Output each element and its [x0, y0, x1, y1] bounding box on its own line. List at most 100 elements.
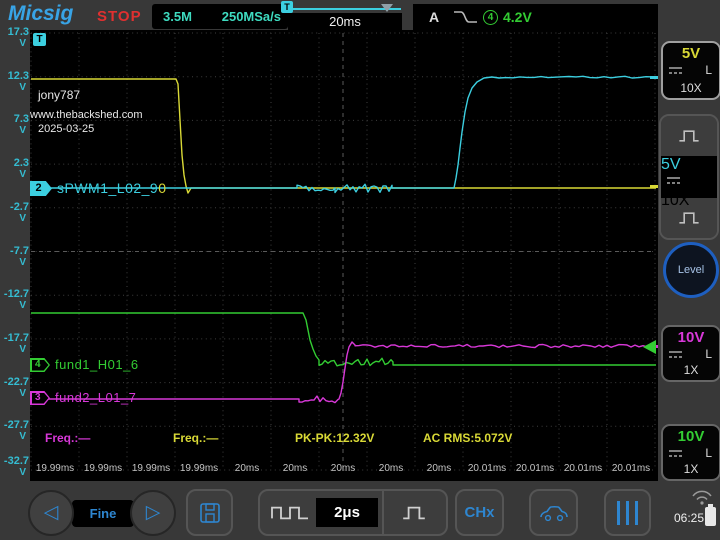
ch2-attenuation: 10X	[661, 192, 717, 210]
time-axis-label: 19.99ms	[175, 463, 223, 474]
trigger-position-marker-icon[interactable]	[381, 4, 393, 12]
automotive-button[interactable]	[529, 489, 578, 536]
ch1-attenuation: 10X	[663, 81, 719, 95]
step-right-button[interactable]: ▷	[130, 490, 176, 536]
ch3-scale-value: 10V	[663, 329, 719, 346]
ch1-scale-button[interactable]: 5V L 10X	[661, 41, 720, 100]
pulse-down-icon	[677, 210, 701, 226]
ch2-label[interactable]: sPWM1_L02_90	[57, 180, 167, 196]
trigger-corner-flag[interactable]: T	[33, 33, 46, 46]
time-axis-label: 20.01ms	[559, 463, 607, 474]
group-divider	[382, 491, 384, 534]
trigger-channel-badge: 4	[483, 10, 498, 25]
time-axis-label: 19.99ms	[31, 463, 79, 474]
pulse-train-icon[interactable]	[268, 504, 312, 522]
ch3-label[interactable]: fund2_L01_7	[55, 390, 136, 405]
pulse-up-icon	[677, 128, 701, 144]
ch4-attenuation: 1X	[663, 462, 719, 476]
ch3-dc-coupling-icon	[669, 350, 682, 359]
acquisition-info-box[interactable]: 3.5M 250MSa/s	[152, 4, 288, 29]
time-axis-label: 19.99ms	[127, 463, 175, 474]
fine-adjust-button[interactable]: Fine	[72, 500, 134, 527]
voltage-axis-label: 17.3V	[0, 27, 29, 49]
zoom-timebase-group: 2μs	[258, 489, 448, 536]
trigger-level-button[interactable]: Level	[663, 242, 719, 298]
step-left-button[interactable]: ◁	[28, 490, 74, 536]
left-arrow-icon: ◁	[44, 502, 59, 523]
ch3-badge-number: 3	[30, 391, 46, 405]
right-arrow-icon: ▷	[146, 502, 161, 523]
voltage-axis-label: -17.7V	[0, 333, 29, 355]
ch1-scale-value: 5V	[663, 45, 719, 62]
user-annotation: jony787	[38, 88, 80, 102]
trigger-info-box[interactable]: A 4 4.2V	[413, 4, 658, 30]
ch2-dc-coupling-icon	[667, 176, 680, 185]
trigger-level-readout: 4.2V	[503, 9, 532, 25]
voltage-axis-label: -32.7V	[0, 456, 29, 478]
ch3-mode: L	[705, 347, 712, 361]
time-axis-label: 20ms	[223, 463, 271, 474]
trace-ch1	[31, 79, 656, 193]
acquisition-status[interactable]: STOP	[97, 8, 142, 25]
time-axis-label: 20ms	[367, 463, 415, 474]
clock: 06:25	[674, 511, 702, 525]
ch2-zero-badge[interactable]: 2	[30, 181, 52, 196]
date-annotation: 2025-03-25	[38, 123, 94, 135]
time-axis-label: 19.99ms	[79, 463, 127, 474]
ch2-scale-up-button[interactable]	[661, 116, 717, 156]
bar-icon	[635, 501, 638, 525]
falling-edge-icon	[453, 10, 479, 24]
ch1-mode: L	[705, 63, 712, 77]
time-axis-label: 20.01ms	[607, 463, 655, 474]
measurement-readout: AC RMS:5.072V	[423, 431, 512, 445]
measurement-readout: Freq.:—	[173, 431, 218, 445]
save-button[interactable]	[186, 489, 233, 536]
zoom-timebase-readout[interactable]: 2μs	[316, 498, 378, 527]
ch2-scale-button[interactable]: 5V L 10X	[661, 156, 717, 198]
ch4-zero-badge[interactable]: 4	[30, 358, 50, 372]
ch2-scale-group: 5V L 10X	[659, 114, 719, 240]
ch4-badge-number: 4	[30, 358, 46, 372]
ch4-scale-value: 10V	[663, 428, 719, 445]
bar-icon	[617, 501, 620, 525]
single-pulse-icon[interactable]	[400, 504, 428, 522]
ch1-zero-marker: 0	[158, 180, 166, 196]
ch3-zero-badge[interactable]: 3	[30, 391, 50, 405]
ch4-dc-coupling-icon	[669, 449, 682, 458]
ch2-level-dash	[650, 76, 658, 79]
voltage-axis-label: 2.3V	[0, 158, 29, 180]
ch3-scale-button[interactable]: 10V L 1X	[661, 325, 720, 382]
timebase-readout[interactable]: 20ms	[288, 13, 402, 30]
chx-button[interactable]: CHx	[455, 489, 504, 536]
trace-ch2	[31, 76, 656, 192]
measurement-readout: Freq.:—	[45, 431, 90, 445]
voltage-axis-label: -22.7V	[0, 377, 29, 399]
bar-icon	[626, 501, 629, 525]
measurement-readout: PK-PK:12.32V	[295, 431, 374, 445]
ch2-badge-number: 2	[30, 181, 47, 196]
time-axis-label: 20.01ms	[511, 463, 559, 474]
voltage-axis-label: 12.3V	[0, 71, 29, 93]
trigger-position-flag[interactable]: T	[281, 1, 293, 13]
voltage-axis-label: -12.7V	[0, 289, 29, 311]
oscilloscope-screen: Micsig STOP 3.5M 250MSa/s T 20ms A 4 4.2…	[0, 0, 720, 540]
car-icon	[539, 503, 569, 523]
three-bars-button[interactable]	[604, 489, 651, 536]
battery-icon	[705, 507, 716, 526]
floppy-disk-icon	[198, 501, 222, 525]
ch4-mode: L	[705, 446, 712, 460]
ch1-dc-coupling-icon	[669, 66, 682, 75]
ch4-label[interactable]: fund1_H01_6	[55, 357, 139, 372]
chx-label: CHx	[464, 504, 494, 521]
voltage-axis-label: -2.7V	[0, 202, 29, 224]
voltage-axis-label: 7.3V	[0, 114, 29, 136]
memory-depth: 3.5M	[163, 9, 192, 24]
site-annotation: www.thebackshed.com	[30, 109, 143, 121]
ch2-scale-value: 5V	[661, 156, 717, 174]
ch2-label-text: sPWM1_L02_9	[57, 180, 158, 196]
waveform-svg	[30, 30, 658, 481]
ch4-level-arrow[interactable]	[643, 340, 656, 354]
trigger-source: A	[429, 9, 439, 25]
ch4-scale-button[interactable]: 10V L 1X	[661, 424, 720, 481]
voltage-axis-label: -27.7V	[0, 420, 29, 442]
